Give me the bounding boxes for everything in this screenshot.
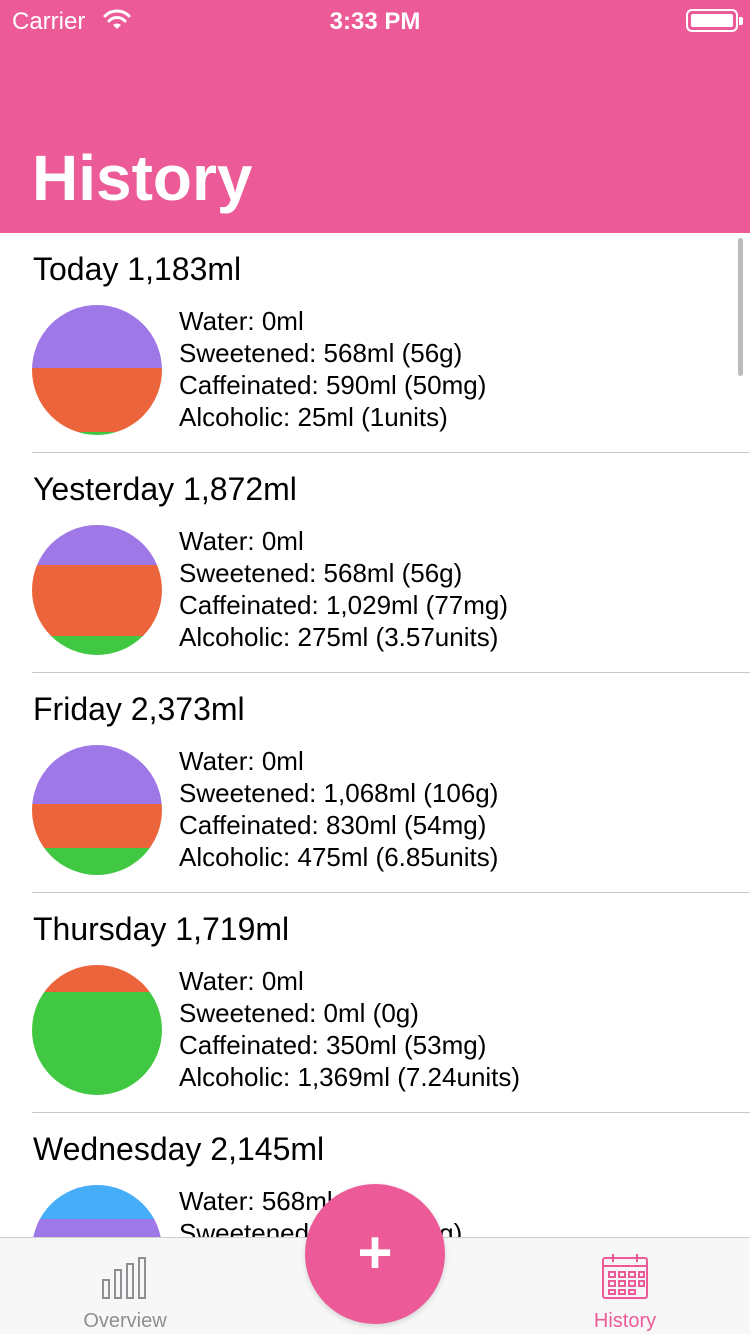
bar-chart-icon xyxy=(102,1257,146,1299)
pie-segment-caffeinated xyxy=(32,565,162,636)
pie-segment-sweetened xyxy=(32,305,162,368)
alcoholic-amount: Alcoholic: 275ml (3.57units) xyxy=(179,622,499,652)
pie-segment-alcoholic xyxy=(32,636,162,655)
sweetened-amount: Sweetened: 1,068ml (106g) xyxy=(179,778,499,808)
pie-segment-caffeinated xyxy=(32,804,162,848)
plus-icon: + xyxy=(357,1219,393,1286)
drink-pie-chart xyxy=(32,745,162,875)
water-amount: Water: 0ml xyxy=(179,746,304,776)
sweetened-amount: Sweetened: 0ml (0g) xyxy=(179,998,419,1028)
pie-segment-caffeinated xyxy=(32,368,162,432)
sweetened-amount: Sweetened: 568ml (56g) xyxy=(179,558,463,588)
drink-pie-chart xyxy=(32,1185,162,1237)
sweetened-amount: Sweetened: 568ml (56g) xyxy=(179,338,463,368)
day-details: Water: 0ml Sweetened: 1,068ml (106g) Caf… xyxy=(179,745,498,873)
pie-segment-sweetened xyxy=(32,525,162,565)
day-details: Water: 0ml Sweetened: 568ml (56g) Caffei… xyxy=(179,305,486,433)
caffeinated-amount: Caffeinated: 590ml (50mg) xyxy=(179,370,487,400)
pie-segment-sweetened xyxy=(32,745,162,804)
caffeinated-amount: Caffeinated: 350ml (53mg) xyxy=(179,1030,487,1060)
caffeinated-amount: Caffeinated: 830ml (54mg) xyxy=(179,810,487,840)
day-row-yesterday[interactable]: Yesterday 1,872ml Water: 0ml Sweetened: … xyxy=(0,453,750,673)
status-time: 3:33 PM xyxy=(329,8,421,35)
water-amount: Water: 0ml xyxy=(179,306,304,336)
alcoholic-amount: Alcoholic: 475ml (6.85units) xyxy=(179,842,499,872)
drink-pie-chart xyxy=(32,965,162,1095)
day-row-friday[interactable]: Friday 2,373ml Water: 0ml Sweetened: 1,0… xyxy=(0,673,750,893)
day-title: Today 1,183ml xyxy=(33,251,242,287)
day-details: Water: 0ml Sweetened: 568ml (56g) Caffei… xyxy=(179,525,508,653)
pie-segment-alcoholic xyxy=(32,848,162,875)
water-amount: Water: 0ml xyxy=(179,966,304,996)
day-title: Yesterday 1,872ml xyxy=(33,471,297,507)
pie-segment-alcoholic xyxy=(32,432,162,435)
day-row-thursday[interactable]: Thursday 1,719ml Water: 0ml Sweetened: 0… xyxy=(0,893,750,1113)
day-details: Water: 0ml Sweetened: 0ml (0g) Caffeinat… xyxy=(179,965,520,1093)
pie-segment-caffeinated xyxy=(32,965,162,992)
pie-segment-alcoholic xyxy=(32,992,162,1095)
history-list[interactable]: Today 1,183ml Water: 0ml Sweetened: 568m… xyxy=(0,233,750,1237)
caffeinated-amount: Caffeinated: 1,029ml (77mg) xyxy=(179,590,509,620)
day-row-today[interactable]: Today 1,183ml Water: 0ml Sweetened: 568m… xyxy=(0,233,750,453)
tab-label: Overview xyxy=(83,1310,167,1332)
tab-label: History xyxy=(593,1310,657,1332)
day-title: Wednesday 2,145ml xyxy=(33,1131,325,1167)
pie-segment-water xyxy=(32,1185,162,1219)
tab-history[interactable]: History xyxy=(500,1238,750,1334)
status-bar: Carrier 3:33 PM xyxy=(0,0,750,40)
calendar-icon xyxy=(602,1254,648,1299)
nav-header: Carrier 3:33 PM History xyxy=(0,0,750,233)
add-drink-button[interactable]: + xyxy=(305,1184,445,1324)
alcoholic-amount: Alcoholic: 1,369ml (7.24units) xyxy=(179,1062,521,1092)
alcoholic-amount: Alcoholic: 25ml (1units) xyxy=(179,402,448,432)
drink-pie-chart xyxy=(32,525,162,655)
battery-icon xyxy=(686,9,743,32)
water-amount: Water: 0ml xyxy=(179,526,304,556)
tab-overview[interactable]: Overview xyxy=(0,1238,250,1334)
day-title: Friday 2,373ml xyxy=(33,691,245,727)
pie-segment-sweetened xyxy=(32,1219,162,1237)
page-title: History xyxy=(32,142,253,214)
day-title: Thursday 1,719ml xyxy=(33,911,290,947)
drink-pie-chart xyxy=(32,305,162,435)
